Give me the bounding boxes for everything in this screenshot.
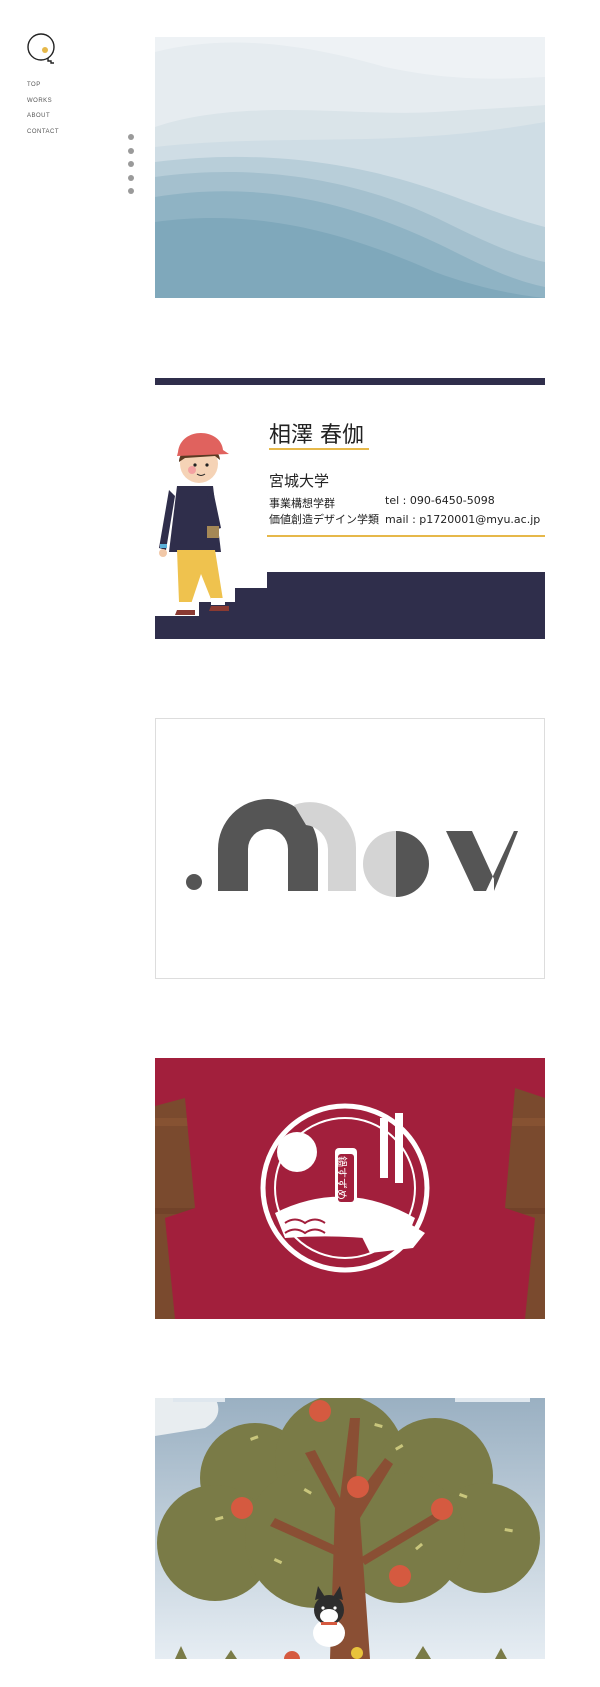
business-card-illustration: 相澤 春伽 宮城大学 事業構想学群 価値創造デザイン学類 tel : 090-6… bbox=[155, 378, 545, 639]
page-dot-2[interactable] bbox=[128, 147, 134, 154]
nav-item-about[interactable]: ABOUT bbox=[27, 111, 59, 127]
tshirt-label: 鍋すずめ bbox=[335, 1156, 349, 1200]
main-nav: TOP WORKS ABOUT CONTACT bbox=[27, 80, 59, 142]
nav-item-works[interactable]: WORKS bbox=[27, 96, 59, 112]
card-faculty: 事業構想学群 bbox=[269, 496, 335, 510]
card-name: 相澤 春伽 bbox=[269, 423, 364, 448]
work-panel-business-card[interactable]: 相澤 春伽 宮城大学 事業構想学群 価値創造デザイン学類 tel : 090-6… bbox=[155, 378, 545, 639]
page-dot-4[interactable] bbox=[128, 174, 134, 181]
page-dot-1[interactable] bbox=[128, 134, 134, 140]
card-university: 宮城大学 bbox=[269, 472, 329, 490]
dog-illustration bbox=[313, 1586, 345, 1647]
work-panel-mov-logo[interactable] bbox=[155, 718, 545, 979]
nav-item-contact[interactable]: CONTACT bbox=[27, 127, 59, 143]
work-panel-tshirt[interactable]: 鍋すずめ bbox=[155, 1058, 545, 1319]
page-dot-3[interactable] bbox=[128, 161, 134, 167]
card-mail: mail : p1720001@myu.ac.jp bbox=[385, 513, 540, 526]
tshirt-photo: 鍋すずめ bbox=[155, 1058, 545, 1319]
apple-tree-illustration bbox=[155, 1398, 545, 1659]
work-panel-apple-tree[interactable] bbox=[155, 1398, 545, 1659]
nav-item-top[interactable]: TOP bbox=[27, 80, 59, 96]
card-department: 価値創造デザイン学類 bbox=[269, 512, 379, 526]
page-dot-5[interactable] bbox=[128, 188, 134, 194]
page-dot-navigation bbox=[128, 134, 134, 202]
mov-logo bbox=[156, 719, 544, 978]
waves-illustration bbox=[155, 37, 545, 298]
site-logo[interactable] bbox=[26, 32, 60, 66]
work-panel-waves[interactable] bbox=[155, 37, 545, 298]
logo-icon bbox=[27, 33, 55, 64]
card-tel: tel : 090-6450-5098 bbox=[385, 494, 495, 507]
